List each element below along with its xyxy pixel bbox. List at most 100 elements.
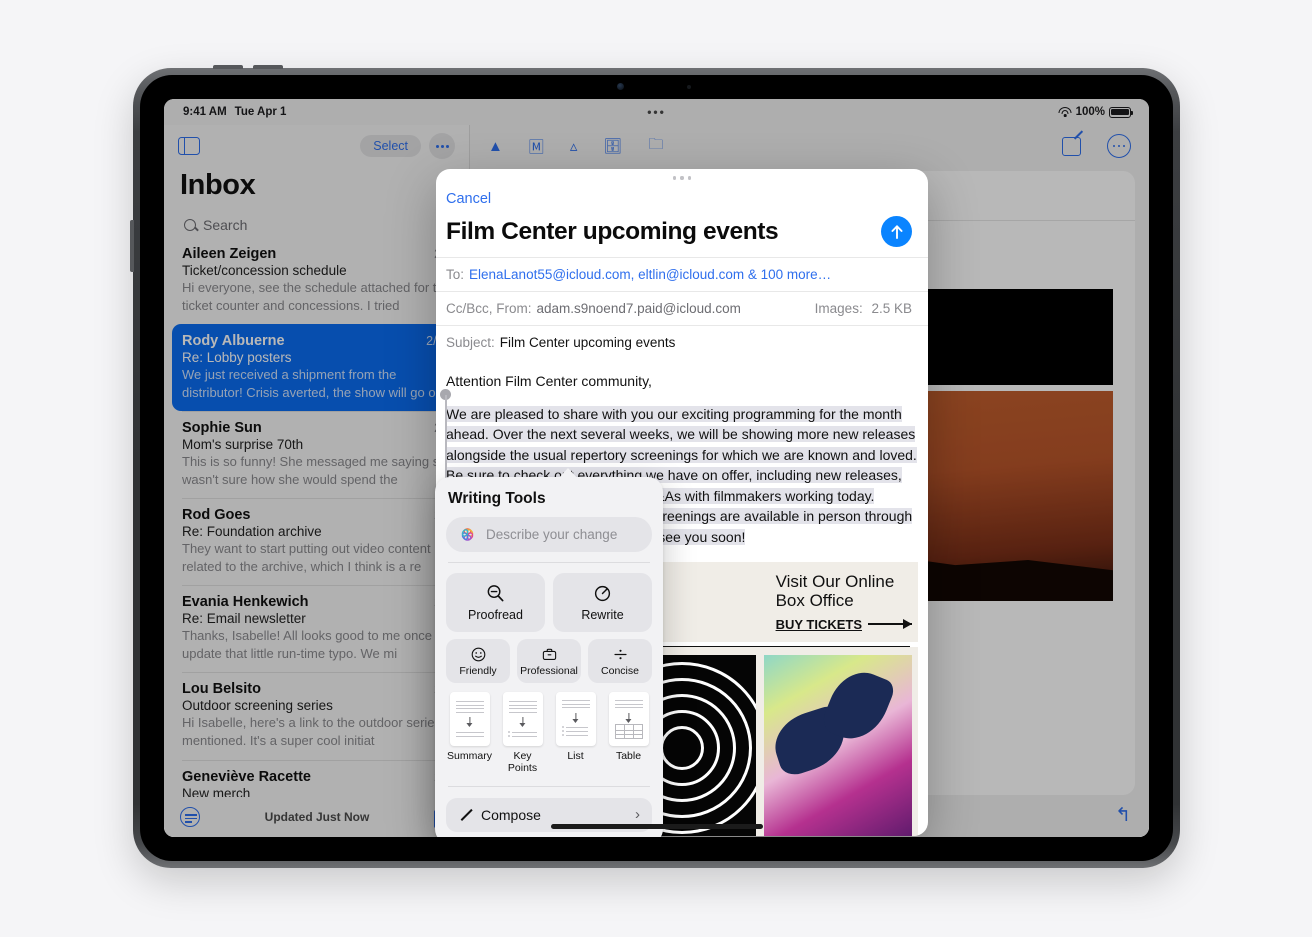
tone-actions-row: Friendly Professional Concise (446, 639, 652, 683)
archive-icon[interactable]: 🗄 (603, 137, 622, 155)
home-indicator[interactable] (550, 824, 763, 829)
describe-change-input[interactable]: Describe your change (446, 517, 652, 552)
summary-button[interactable]: Summary (446, 692, 493, 762)
status-bar-right: 100% (1058, 106, 1133, 118)
reply-icon[interactable]: ↰ (1115, 804, 1131, 827)
divide-icon (613, 649, 627, 659)
images-label: Images: (814, 301, 863, 316)
list-item[interactable]: Evania Henkewich2/4/ Re: Email newslette… (164, 585, 469, 672)
trash-icon[interactable]: ▵ (570, 137, 578, 155)
message-subject: New merch (182, 785, 251, 797)
arrow-right-icon (868, 620, 912, 629)
summary-label: Summary (447, 750, 492, 762)
more-icon[interactable] (429, 133, 455, 159)
rewrite-clock-icon (594, 585, 611, 602)
writing-tools-title: Writing Tools (448, 490, 546, 507)
select-button[interactable]: Select (360, 135, 421, 157)
chevron-right-icon: › (635, 806, 640, 824)
mail-sidebar: Select Inbox Search Aileen Zeigen2/4/ Ti… (164, 125, 470, 837)
document-table-icon (608, 692, 649, 746)
message-sender: Rod Goes (182, 507, 251, 524)
front-camera (617, 83, 624, 90)
to-field[interactable]: To: ElenaLanot55@icloud.com, eltlin@iclo… (436, 257, 928, 291)
message-subject: Mom's surprise 70th (182, 437, 304, 453)
subject-label: Subject: (446, 335, 495, 350)
subject-field[interactable]: Subject: Film Center upcoming events (436, 325, 928, 359)
message-preview: Thanks, Isabelle! All looks good to me o… (182, 628, 453, 661)
message-subject: Ticket/concession schedule (182, 263, 347, 278)
ccbcc-field[interactable]: Cc/Bcc, From: adam.s9noend7.paid@icloud.… (436, 291, 928, 325)
list-item[interactable]: Rody Albuerne2/4/ Re: Lobby posters We j… (172, 324, 461, 412)
ambient-sensor (687, 85, 691, 89)
buy-tickets-cta[interactable]: BUY TICKETS (776, 615, 912, 634)
message-preview: Hi everyone, see the schedule attached f… (182, 280, 451, 313)
table-button[interactable]: Table (605, 692, 652, 762)
friendly-button[interactable]: Friendly (446, 639, 510, 683)
flag-icon[interactable]: 🄼 (529, 136, 544, 157)
proofread-button[interactable]: Proofread (446, 573, 545, 632)
message-sender: Sophie Sun (182, 420, 262, 437)
filter-icon[interactable] (180, 807, 200, 827)
key-points-button[interactable]: Key Points (499, 692, 546, 775)
compose-icon[interactable] (1062, 136, 1081, 156)
status-time: 9:41 AM (183, 106, 227, 118)
status-bar-left: 9:41 AM Tue Apr 1 (183, 106, 286, 118)
rewrite-button[interactable]: Rewrite (553, 573, 652, 632)
compose-title-row: Film Center upcoming events (436, 208, 928, 257)
list-button[interactable]: List (552, 692, 599, 762)
list-item[interactable]: Aileen Zeigen2/4/ Ticket/concession sche… (164, 237, 469, 324)
cancel-button[interactable]: Cancel (436, 187, 491, 207)
smiley-icon (471, 647, 485, 661)
key-points-label: Key Points (507, 750, 538, 775)
power-button[interactable] (130, 220, 134, 272)
mail-message-list[interactable]: Aileen Zeigen2/4/ Ticket/concession sche… (164, 237, 469, 797)
ipad-device-frame: 9:41 AM Tue Apr 1 ••• 100% Select Inbox … (130, 65, 1180, 868)
more-circle-icon[interactable] (1107, 134, 1131, 158)
subject-value: Film Center upcoming events (499, 335, 676, 350)
to-value: ElenaLanot55@icloud.com, eltlin@icloud.c… (469, 267, 832, 282)
concise-button[interactable]: Concise (588, 639, 652, 683)
professional-button[interactable]: Professional (517, 639, 581, 683)
box-office-line-1: Visit Our Online (775, 571, 895, 591)
list-item[interactable]: Geneviève Racette2/4/ New merch Hi all! … (164, 759, 469, 797)
describe-change-placeholder: Describe your change (486, 527, 618, 542)
list-item[interactable]: Rod Goes2/4/ Re: Foundation archive They… (164, 498, 469, 585)
divider (448, 562, 650, 563)
search-input[interactable]: Search (176, 210, 457, 240)
friendly-label: Friendly (459, 664, 497, 677)
sidebar-toggle-icon[interactable] (178, 137, 200, 155)
compose-title: Film Center upcoming events (446, 217, 779, 245)
battery-icon (1109, 106, 1133, 118)
concise-label: Concise (601, 664, 639, 677)
wifi-icon (1058, 107, 1072, 117)
volume-down-button[interactable] (253, 65, 283, 69)
unread-icon[interactable]: ▲ (488, 138, 503, 155)
multitask-handle[interactable]: ••• (647, 105, 666, 119)
message-preview: Hi Isabelle, here's a link to the outdoo… (182, 715, 449, 749)
compose-label: Compose (481, 806, 541, 823)
professional-label: Professional (520, 664, 578, 677)
search-icon (184, 219, 196, 231)
volume-up-button[interactable] (213, 65, 243, 69)
divider (448, 785, 650, 787)
send-button[interactable] (881, 216, 912, 247)
grabber-icon[interactable] (436, 169, 928, 187)
status-date: Tue Apr 1 (234, 106, 287, 118)
apple-intelligence-icon (461, 528, 474, 541)
folder-icon[interactable]: 🗀 (648, 134, 663, 159)
list-item[interactable]: Sophie Sun2/4/ Mom's surprise 70th This … (164, 411, 469, 498)
box-office-block: Visit Our Online Box Office BUY TICKETS (776, 572, 912, 634)
message-preview: They want to start putting out video con… (182, 541, 431, 574)
page-title: Inbox (180, 169, 256, 201)
list-item[interactable]: Lou Belsito2/4/ Outdoor screening series… (164, 672, 469, 759)
pencil-icon (458, 808, 472, 822)
images-size: 2.5 KB (871, 301, 912, 316)
proofread-label: Proofread (468, 608, 523, 622)
document-keypoints-icon (502, 692, 543, 746)
message-subject: Re: Lobby posters (182, 350, 292, 366)
message-preview: We just received a shipment from the dis… (182, 367, 447, 400)
list-label: List (567, 750, 584, 762)
send-arrow-icon (890, 224, 903, 239)
document-list-icon (555, 692, 596, 746)
message-sender: Geneviève Racette (182, 768, 311, 785)
